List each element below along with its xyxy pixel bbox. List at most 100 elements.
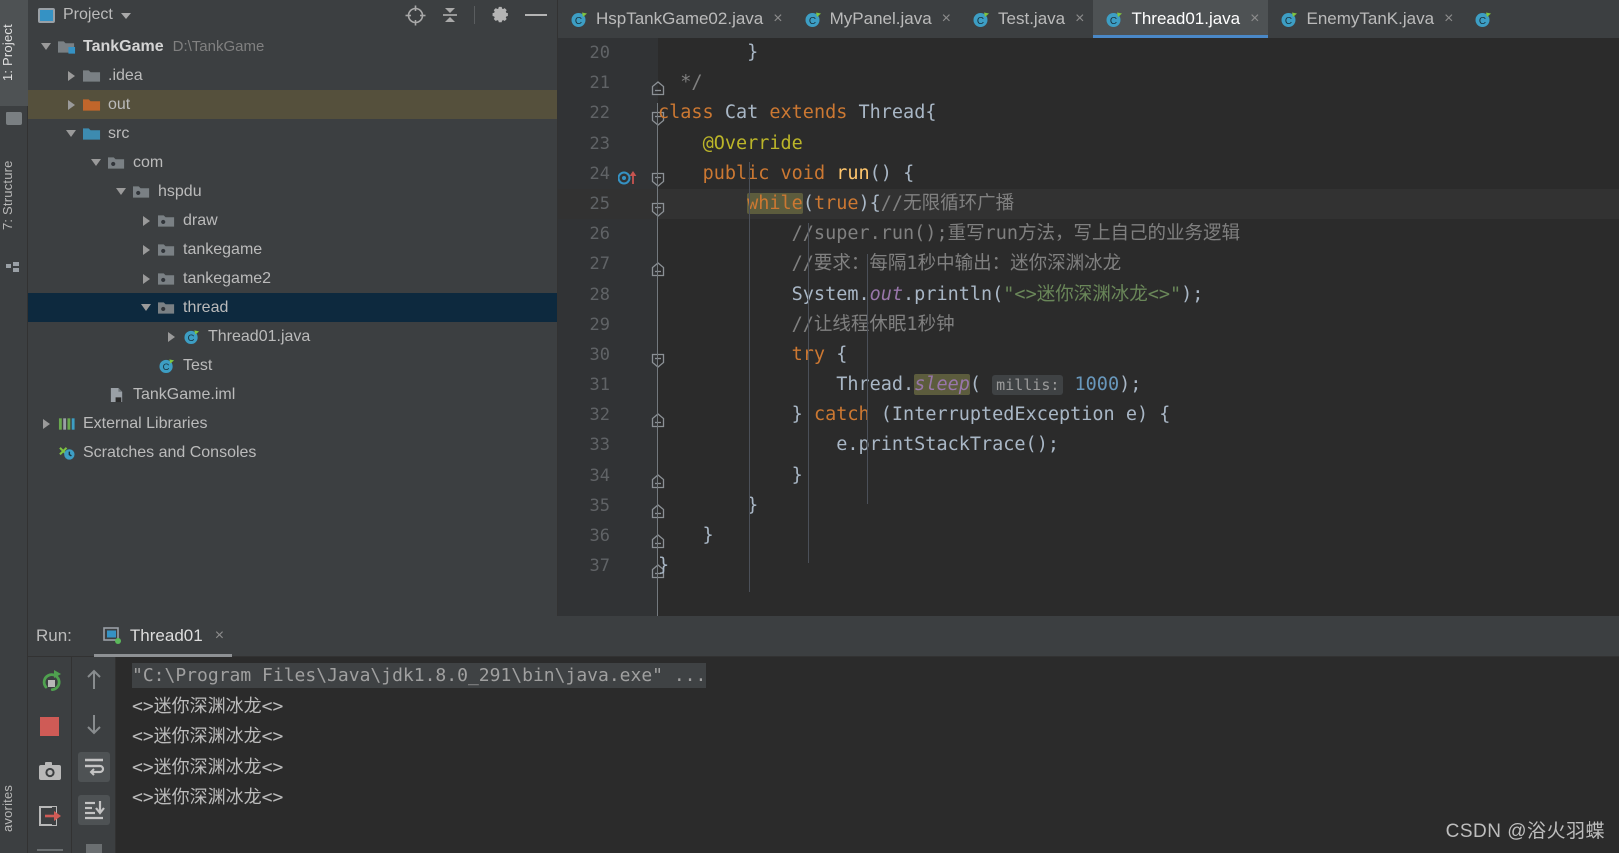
close-icon[interactable]: × <box>1075 11 1084 27</box>
left-tool-window-bar: 1: Project 7: Structure avorites <box>0 0 28 853</box>
code-line-36[interactable]: 36 } <box>558 521 1619 551</box>
code-editor[interactable]: 20 } 21 */22 class Cat extends Thread{23 @… <box>558 38 1619 616</box>
twisty-none <box>136 351 158 380</box>
project-tree[interactable]: TankGame D:\TankGame .idea out src com hspdu dr… <box>28 32 557 616</box>
svg-text:C: C <box>808 16 815 27</box>
line-number: 33 <box>589 435 610 456</box>
export-icon[interactable] <box>34 800 66 832</box>
code-line-33[interactable]: 33 e.printStackTrace(); <box>558 430 1619 460</box>
twisty-collapsed-icon[interactable] <box>61 61 83 90</box>
tree-node-com[interactable]: com <box>28 148 557 177</box>
twisty-collapsed-icon[interactable] <box>136 235 158 264</box>
code-line-23[interactable]: 23 @Override <box>558 129 1619 159</box>
tree-node-external-libraries[interactable]: External Libraries <box>28 409 557 438</box>
editor-tab-overflow[interactable]: C <box>1462 0 1509 38</box>
code-text: //super.run();重写run方法，写上自己的业务逻辑 <box>791 223 1241 245</box>
code-line-35[interactable]: 35 } <box>558 491 1619 521</box>
soft-wrap-icon[interactable] <box>77 751 110 783</box>
editor-tab-hsptankgame02-java[interactable]: C HspTankGame02.java × <box>558 0 792 38</box>
project-panel-header: Project <box>28 0 557 30</box>
tree-node--idea[interactable]: .idea <box>28 61 557 90</box>
code-line-32[interactable]: 32 } catch (InterruptedException e) { <box>558 400 1619 430</box>
code-line-25[interactable]: 25 while(true){//无限循环广播 <box>558 188 1619 220</box>
tree-node-tankegame2[interactable]: tankegame2 <box>28 264 557 293</box>
project-panel-actions <box>405 4 551 26</box>
line-number: 21 <box>589 73 610 94</box>
rerun-icon[interactable] <box>34 665 66 697</box>
code-line-28[interactable]: 28 System.out.println("<>迷你深渊冰龙<>"); <box>558 280 1619 310</box>
code-line-34[interactable]: 34 } <box>558 461 1619 491</box>
stop-icon[interactable] <box>34 710 66 742</box>
twisty-collapsed-icon[interactable] <box>136 264 158 293</box>
twisty-expanded-icon[interactable] <box>111 177 133 206</box>
locate-icon[interactable] <box>405 5 426 26</box>
twisty-expanded-icon[interactable] <box>86 148 108 177</box>
twisty-expanded-icon[interactable] <box>36 32 58 61</box>
console-output[interactable]: "C:\Program Files\Java\jdk1.8.0_291\bin\… <box>116 657 1619 853</box>
code-text: //要求：每隔1秒中输出：迷你深渊冰龙 <box>791 253 1122 275</box>
package-icon <box>158 272 175 285</box>
run-tab-thread01[interactable]: Thread01 × <box>93 616 233 657</box>
tool-tab-project[interactable]: 1: Project <box>0 0 28 106</box>
code-line-24[interactable]: 24 public void run() { <box>558 159 1619 189</box>
twisty-collapsed-icon[interactable] <box>161 322 183 351</box>
line-number: 28 <box>589 284 610 305</box>
code-line-29[interactable]: 29 //让线程休眠1秒钟 <box>558 310 1619 340</box>
console-output-line: <>迷你深渊冰龙<> <box>132 726 284 747</box>
twisty-collapsed-icon[interactable] <box>136 206 158 235</box>
tree-node-tankegame[interactable]: tankegame <box>28 235 557 264</box>
editor-tab-thread01-java[interactable]: C Thread01.java × <box>1093 0 1269 38</box>
tree-node-tankgame-iml[interactable]: TankGame.iml <box>28 380 557 409</box>
toolbar-more-icon[interactable] <box>85 844 102 853</box>
code-line-20[interactable]: 20 } <box>558 38 1619 68</box>
tree-node-hspdu[interactable]: hspdu <box>28 177 557 206</box>
package-icon <box>108 156 125 169</box>
code-text: } <box>658 42 759 63</box>
close-icon[interactable]: × <box>773 11 782 27</box>
twisty-collapsed-icon[interactable] <box>36 409 58 438</box>
close-icon[interactable]: × <box>942 11 951 27</box>
editor-tab-bar[interactable]: C HspTankGame02.java × C MyPanel.java × C Test.… <box>558 0 1619 38</box>
screenshot-icon[interactable] <box>34 755 66 787</box>
collapse-all-icon[interactable] <box>440 5 460 25</box>
code-text: class Cat extends Thread{ <box>658 102 937 124</box>
code-line-37[interactable]: 37} <box>558 551 1619 581</box>
editor-tab-mypanel-java[interactable]: C MyPanel.java × <box>792 0 960 38</box>
tree-node-src[interactable]: src <box>28 119 557 148</box>
code-line-30[interactable]: 30 try { <box>558 340 1619 370</box>
code-line-31[interactable]: 31 Thread.sleep( millis: 1000); <box>558 370 1619 400</box>
close-icon[interactable]: × <box>1250 11 1259 27</box>
tree-node-out[interactable]: out <box>28 90 557 119</box>
tool-tab-favorites[interactable]: avorites <box>0 763 28 853</box>
close-icon[interactable]: × <box>1444 11 1453 27</box>
code-line-21[interactable]: 21 */ <box>558 68 1619 98</box>
scroll-to-end-icon[interactable] <box>77 795 110 826</box>
code-line-27[interactable]: 27 //要求：每隔1秒中输出：迷你深渊冰龙 <box>558 249 1619 279</box>
tree-node-draw[interactable]: draw <box>28 206 557 235</box>
tree-node-thread[interactable]: thread <box>28 293 557 322</box>
editor-tab-test-java[interactable]: C Test.java × <box>960 0 1093 38</box>
run-config-icon <box>103 627 121 644</box>
twisty-expanded-icon[interactable] <box>61 119 83 148</box>
editor-tab-enemytank-java[interactable]: C EnemyTanK.java × <box>1268 0 1462 38</box>
java-class-icon: C <box>1475 12 1492 27</box>
close-icon[interactable]: × <box>215 627 224 645</box>
tree-node-scratches-and-consoles[interactable]: Scratches and Consoles <box>28 438 557 467</box>
minimize-icon[interactable] <box>525 14 547 16</box>
tool-tab-structure[interactable]: 7: Structure <box>0 135 28 255</box>
up-arrow-icon[interactable] <box>78 665 110 695</box>
gear-icon[interactable] <box>489 4 511 26</box>
code-text: //让线程休眠1秒钟 <box>791 313 955 335</box>
tree-node-tankgame[interactable]: TankGame D:\TankGame <box>28 32 557 61</box>
chevron-down-icon[interactable] <box>120 13 131 19</box>
tree-node-thread01-java[interactable]: C Thread01.java <box>28 322 557 351</box>
run-toolbar-primary <box>28 657 72 853</box>
twisty-collapsed-icon[interactable] <box>61 90 83 119</box>
tree-node-label: src <box>108 124 130 142</box>
code-line-26[interactable]: 26 //super.run();重写run方法，写上自己的业务逻辑 <box>558 219 1619 249</box>
tree-node-test[interactable]: C Test <box>28 351 557 380</box>
down-arrow-icon[interactable] <box>78 708 110 738</box>
code-line-22[interactable]: 22 class Cat extends Thread{ <box>558 98 1619 128</box>
twisty-expanded-icon[interactable] <box>136 293 158 322</box>
editor-code-lines[interactable]: 20 } 21 */22 class Cat extends Thread{23 @… <box>558 38 1619 581</box>
